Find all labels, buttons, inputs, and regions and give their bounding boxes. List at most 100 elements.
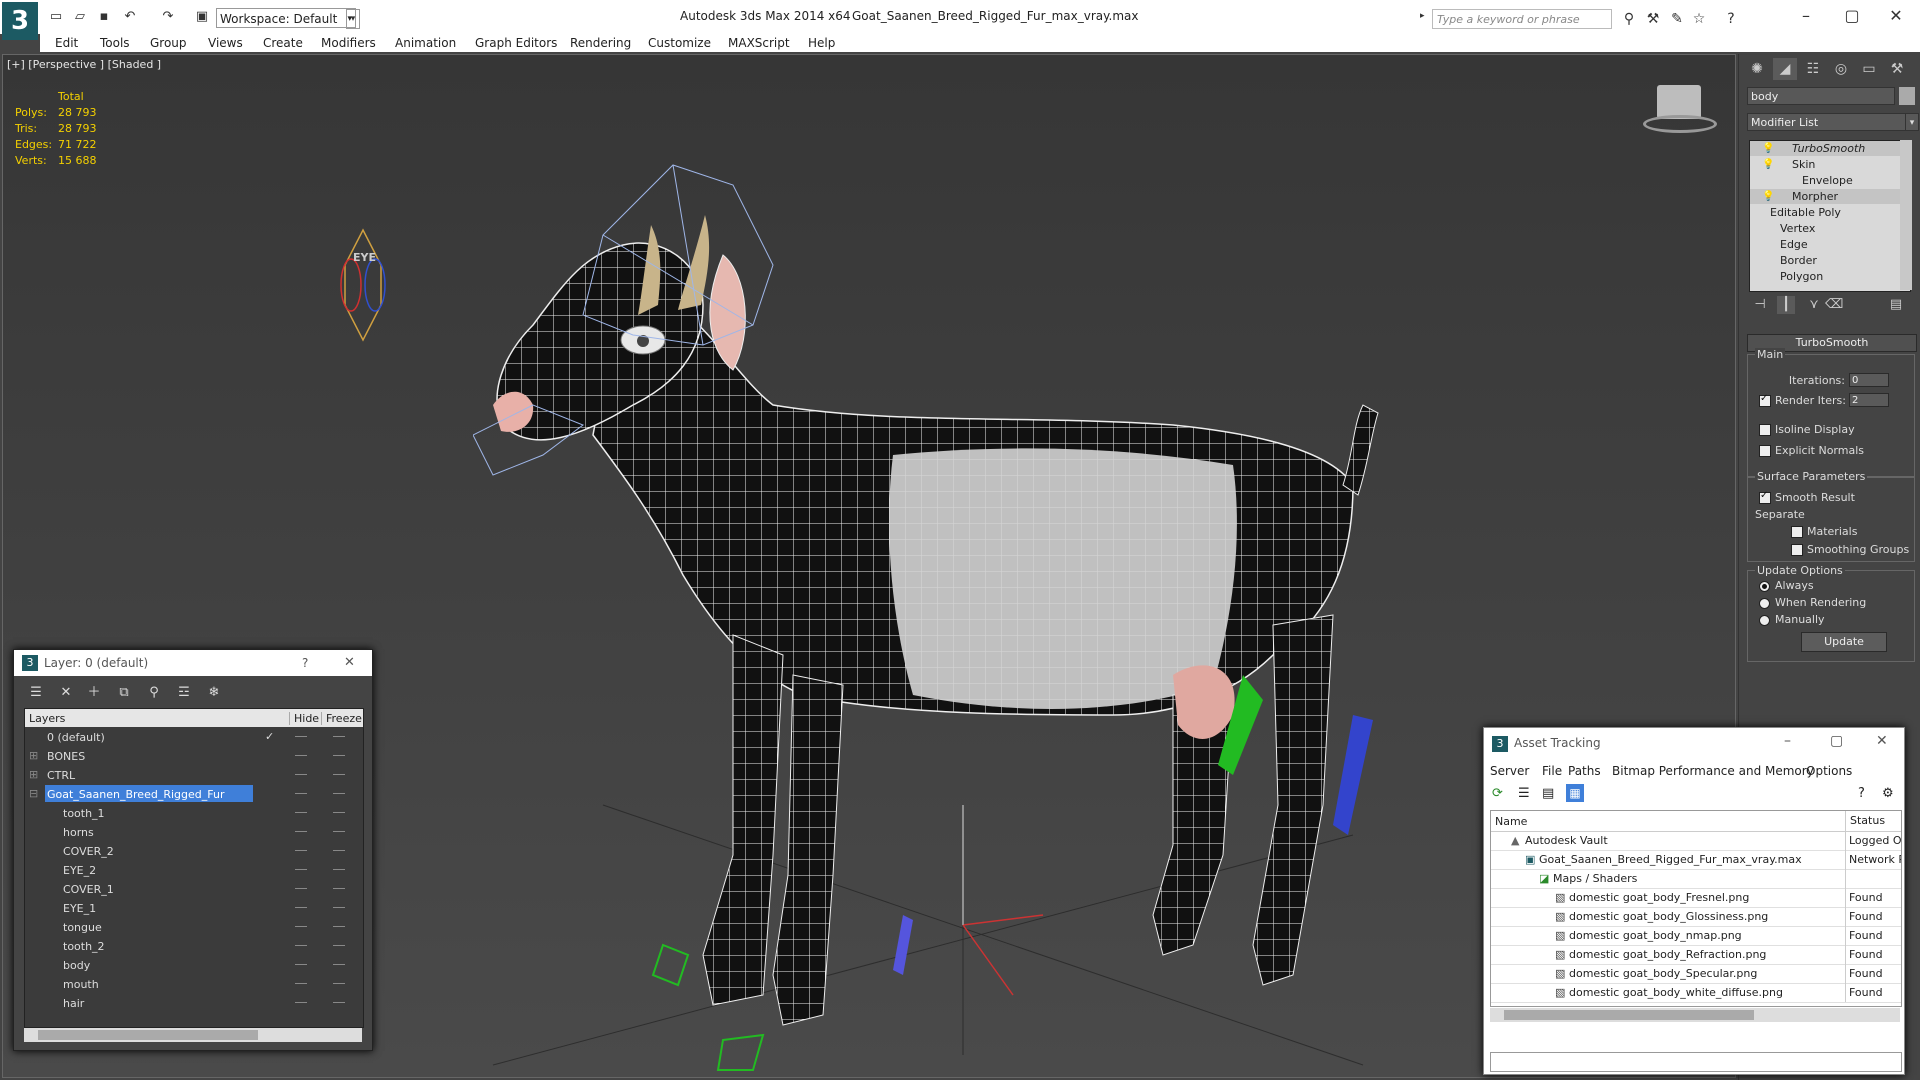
menu-modifiers[interactable]: Modifiers	[321, 34, 376, 52]
freeze-column-header[interactable]: Freeze	[321, 712, 362, 725]
select-objects-icon[interactable]: ⧉	[114, 684, 134, 702]
menu-rendering[interactable]: Rendering	[570, 34, 631, 52]
layer-object-row[interactable]: COVER_1	[25, 879, 363, 898]
hide-all-icon[interactable]: ☲	[174, 684, 194, 702]
make-unique-icon[interactable]: ⋎	[1805, 296, 1823, 314]
asset-row[interactable]: ▧ domestic goat_body_Fresnel.png Found	[1491, 888, 1901, 908]
stack-item-skin[interactable]: Skin	[1792, 157, 1815, 172]
minimize-icon[interactable]: –	[1786, 4, 1826, 28]
layer-horizontal-scrollbar[interactable]	[24, 1028, 362, 1042]
menu-server[interactable]: Server	[1490, 764, 1529, 778]
asset-row[interactable]: ▧ domestic goat_body_Refraction.png Found	[1491, 945, 1901, 965]
menu-help[interactable]: Help	[808, 34, 835, 52]
collapse-icon[interactable]: ⊟	[29, 784, 38, 803]
menu-edit[interactable]: Edit	[55, 34, 78, 52]
stack-item-border[interactable]: Border	[1780, 253, 1817, 268]
object-color-swatch[interactable]	[1899, 87, 1915, 105]
update-button[interactable]: Update	[1801, 632, 1887, 652]
list-view-icon[interactable]: ☰	[1518, 786, 1530, 801]
utilities-tab-icon[interactable]: ⚒	[1885, 58, 1909, 80]
asset-table[interactable]: Name Status ▲Autodesk VaultLogged Ou ▣Go…	[1490, 810, 1902, 1007]
layers-column-header[interactable]: Layers	[29, 712, 65, 725]
layer-list[interactable]: Layers Hide Freeze 0 (default) ✓ ⊞ BONES ⊞…	[24, 708, 364, 1028]
smoothing-groups-checkbox[interactable]	[1791, 544, 1803, 556]
freeze-all-icon[interactable]: ❄	[204, 684, 224, 702]
layer-object-row[interactable]: tooth_2	[25, 936, 363, 955]
menu-file[interactable]: File	[1542, 764, 1562, 778]
favorites-star-icon[interactable]: ☆	[1690, 10, 1708, 28]
stack-scrollbar[interactable]	[1900, 140, 1912, 290]
hierarchy-tab-icon[interactable]: ☷	[1801, 58, 1825, 80]
display-tab-icon[interactable]: ▭	[1857, 58, 1881, 80]
hide-column-header[interactable]: Hide	[289, 712, 319, 725]
layer-row-selected[interactable]: ⊟ Goat_Saanen_Breed_Rigged_Fur	[25, 784, 363, 803]
render-iters-spinner[interactable]: 2	[1849, 393, 1889, 407]
modifier-list-dropdown[interactable]: Modifier List	[1747, 113, 1907, 131]
refresh-icon[interactable]: ⟳	[1492, 786, 1503, 801]
communication-icon[interactable]: ✎	[1668, 10, 1686, 28]
chevron-down-icon[interactable]: ▾	[1905, 113, 1919, 131]
render-iters-checkbox[interactable]	[1759, 393, 1771, 407]
help-icon[interactable]: ?	[1722, 10, 1740, 28]
layer-row[interactable]: 0 (default) ✓	[25, 727, 363, 746]
stack-item-vertex[interactable]: Vertex	[1780, 221, 1815, 236]
layer-object-row[interactable]: body	[25, 955, 363, 974]
asset-row[interactable]: ▣ Goat_Saanen_Breed_Rigged_Fur_max_vray.m…	[1491, 850, 1901, 870]
expand-icon[interactable]: ⊞	[29, 746, 38, 765]
menu-customize[interactable]: Customize	[648, 34, 711, 52]
pin-stack-icon[interactable]: ⊣	[1751, 296, 1769, 314]
goat-model[interactable]	[473, 155, 1403, 1078]
layer-object-row[interactable]: EYE_1	[25, 898, 363, 917]
subscription-icon[interactable]: ⚒	[1644, 10, 1662, 28]
stack-item-polygon[interactable]: Polygon	[1780, 269, 1823, 284]
stack-item-editable-poly[interactable]: Editable Poly	[1770, 205, 1841, 220]
menu-graph-editors[interactable]: Graph Editors	[475, 34, 557, 52]
asset-row[interactable]: ◪ Maps / Shaders	[1491, 869, 1901, 889]
asset-row[interactable]: ▧ domestic goat_body_nmap.png Found	[1491, 926, 1901, 946]
create-tab-icon[interactable]: ✺	[1745, 58, 1769, 80]
layer-object-row[interactable]: EYE_2	[25, 860, 363, 879]
create-layer-icon[interactable]: ☰	[26, 684, 46, 702]
lightbulb-icon[interactable]: 💡	[1762, 191, 1774, 202]
smooth-result-checkbox[interactable]	[1759, 490, 1771, 504]
name-column-header[interactable]: Name	[1495, 815, 1527, 828]
layer-object-row[interactable]: tooth_1	[25, 803, 363, 822]
save-icon[interactable]: ▪	[96, 9, 112, 25]
close-button[interactable]: ✕	[344, 655, 355, 670]
workspace-arrow-icon[interactable]: ▾	[346, 9, 360, 29]
stack-item-edge[interactable]: Edge	[1780, 237, 1808, 252]
stack-item-envelope[interactable]: Envelope	[1802, 173, 1853, 188]
search-input[interactable]: Type a keyword or phrase	[1432, 9, 1612, 29]
help-button[interactable]: ?	[302, 656, 308, 670]
menu-maxscript[interactable]: MAXScript	[728, 34, 790, 52]
layer-object-row[interactable]: tongue	[25, 917, 363, 936]
menu-tools[interactable]: Tools	[100, 34, 130, 52]
menu-animation[interactable]: Animation	[395, 34, 456, 52]
asset-row[interactable]: ▧ domestic goat_body_white_diffuse.png Fou…	[1491, 983, 1901, 1003]
manually-radio[interactable]	[1759, 615, 1770, 626]
open-file-icon[interactable]: ▱	[72, 9, 88, 25]
asset-row[interactable]: ▲Autodesk VaultLogged Ou	[1491, 831, 1901, 851]
lightbulb-icon[interactable]: 💡	[1762, 159, 1774, 170]
configure-sets-icon[interactable]: ▤	[1887, 296, 1905, 314]
when-rendering-radio[interactable]	[1759, 598, 1770, 609]
menu-group[interactable]: Group	[150, 34, 187, 52]
highlight-layer-icon[interactable]: ⚲	[144, 684, 164, 702]
lightbulb-icon[interactable]: 💡	[1762, 143, 1774, 154]
close-icon[interactable]: ✕	[1876, 733, 1888, 749]
workspace-dropdown[interactable]: Workspace: Default ▾	[216, 8, 356, 28]
materials-checkbox[interactable]	[1791, 526, 1803, 538]
maximize-icon[interactable]: ▢	[1832, 4, 1872, 28]
status-column-header[interactable]: Status	[1845, 811, 1885, 831]
asset-row[interactable]: ▧ domestic goat_body_Specular.png Found	[1491, 964, 1901, 984]
delete-layer-icon[interactable]: ✕	[56, 684, 76, 702]
expand-search-icon[interactable]: ▸	[1420, 11, 1430, 27]
table-view-icon[interactable]: ▦	[1566, 784, 1584, 802]
close-icon[interactable]: ✕	[1876, 4, 1916, 28]
show-end-result-icon[interactable]: ┃	[1777, 296, 1795, 314]
minimize-icon[interactable]: –	[1784, 733, 1791, 749]
layer-object-row[interactable]: COVER_2	[25, 841, 363, 860]
explicit-normals-checkbox[interactable]	[1759, 445, 1771, 457]
layer-object-row[interactable]: mouth	[25, 974, 363, 993]
menu-options[interactable]: Options	[1806, 764, 1852, 778]
